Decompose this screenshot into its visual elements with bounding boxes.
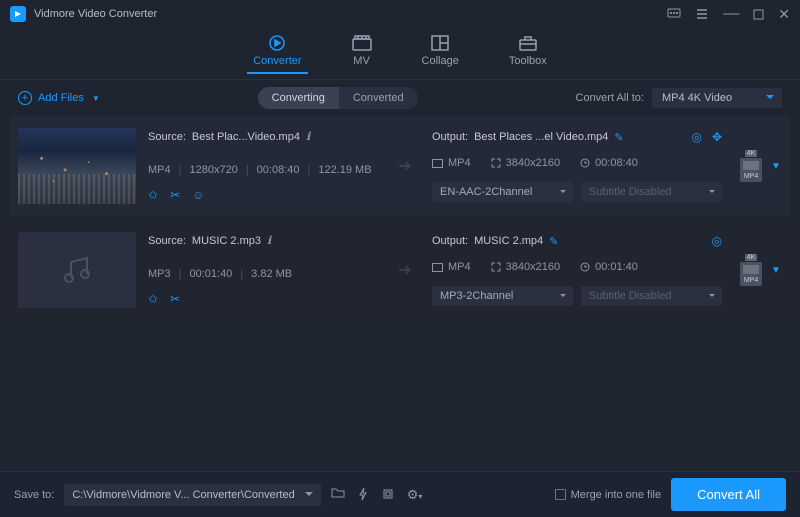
cut-icon[interactable]: ✂: [170, 188, 180, 202]
output-resolution: 3840x2160: [506, 261, 560, 273]
add-files-button[interactable]: + Add Files ▼: [18, 91, 100, 105]
format-badge[interactable]: 4K MP4: [735, 254, 767, 286]
arrow-icon: ➔: [390, 128, 420, 204]
edit-name-icon[interactable]: ✎: [549, 235, 558, 248]
output-label: Output:: [432, 235, 468, 247]
edit-name-icon[interactable]: ✎: [614, 131, 623, 144]
compress-icon[interactable]: ✥: [712, 130, 722, 144]
file-list: Source: Best Plac...Video.mp4 ℹ MP4| 128…: [0, 116, 800, 471]
tab-toolbox[interactable]: Toolbox: [509, 35, 547, 73]
target-icon[interactable]: ◎: [712, 234, 722, 248]
source-resolution: 1280x720: [189, 164, 237, 176]
output-duration: 00:01:40: [595, 261, 638, 273]
save-path-dropdown[interactable]: C:\Vidmore\Vidmore V... Converter\Conver…: [64, 484, 320, 506]
source-size: 122.19 MB: [318, 164, 371, 176]
effect-icon[interactable]: ✩: [148, 188, 158, 202]
convert-all-button[interactable]: Convert All: [671, 478, 786, 511]
toggle-converted[interactable]: Converted: [339, 87, 418, 109]
feedback-icon[interactable]: [667, 8, 681, 20]
output-format: MP4: [448, 261, 471, 273]
cut-icon[interactable]: ✂: [170, 292, 180, 306]
convert-all-label: Convert All to:: [576, 92, 644, 104]
audio-dropdown[interactable]: EN-AAC-2Channel: [432, 182, 573, 202]
subtitle-dropdown[interactable]: Subtitle Disabled: [581, 286, 722, 306]
target-icon[interactable]: ◎: [691, 130, 701, 144]
main-tabs: Converter MV Collage Toolbox: [0, 28, 800, 80]
arrow-icon: ➔: [390, 232, 420, 308]
file-row[interactable]: Source: Best Plac...Video.mp4 ℹ MP4| 128…: [10, 116, 790, 216]
save-to-label: Save to:: [14, 489, 54, 501]
tab-label: Converter: [253, 55, 301, 67]
output-filename: Best Places ...el Video.mp4: [474, 131, 608, 143]
chevron-down-icon: ▼: [92, 94, 100, 103]
tab-converter[interactable]: Converter: [253, 35, 301, 73]
output-duration: 00:08:40: [595, 157, 638, 169]
effect-icon[interactable]: ✩: [148, 292, 158, 306]
mv-icon: [352, 35, 372, 51]
title-bar: Vidmore Video Converter — ✕: [0, 0, 800, 28]
convert-all-dropdown[interactable]: MP4 4K Video: [652, 88, 782, 108]
minimize-button[interactable]: —: [723, 10, 739, 18]
toggle-converting[interactable]: Converting: [258, 87, 339, 109]
source-duration: 00:08:40: [257, 164, 300, 176]
source-duration: 00:01:40: [189, 268, 232, 280]
close-button[interactable]: ✕: [778, 6, 790, 23]
info-icon[interactable]: ℹ: [267, 234, 271, 247]
tab-mv[interactable]: MV: [352, 35, 372, 73]
open-folder-icon[interactable]: [331, 487, 345, 503]
plus-icon: +: [18, 91, 32, 105]
merge-checkbox[interactable]: Merge into one file: [555, 489, 662, 501]
tab-label: Collage: [422, 55, 459, 67]
video-thumbnail[interactable]: [18, 128, 136, 204]
hw-accel-icon[interactable]: [357, 487, 369, 503]
output-label: Output:: [432, 131, 468, 143]
tab-label: MV: [353, 55, 370, 67]
source-size: 3.82 MB: [251, 268, 292, 280]
audio-dropdown[interactable]: MP3-2Channel: [432, 286, 573, 306]
subtitle-dropdown[interactable]: Subtitle Disabled: [581, 182, 722, 202]
file-row[interactable]: Source: MUSIC 2.mp3 ℹ MP3| 00:01:40| 3.8…: [10, 220, 790, 320]
chevron-down-icon[interactable]: ▼: [771, 265, 781, 276]
source-label: Source:: [148, 235, 186, 247]
collage-icon: [430, 35, 450, 51]
source-format: MP3: [148, 268, 171, 280]
source-format: MP4: [148, 164, 171, 176]
audio-thumbnail[interactable]: [18, 232, 136, 308]
toolbox-icon: [518, 35, 538, 51]
toolbar: + Add Files ▼ Converting Converted Conve…: [0, 80, 800, 116]
converter-icon: [267, 35, 287, 51]
checkbox-icon: [555, 489, 566, 500]
format-badge[interactable]: 4K MP4: [735, 150, 767, 182]
menu-icon[interactable]: [695, 8, 709, 20]
source-label: Source:: [148, 131, 186, 143]
app-title: Vidmore Video Converter: [34, 8, 667, 20]
maximize-button[interactable]: [753, 9, 764, 20]
output-filename: MUSIC 2.mp4: [474, 235, 543, 247]
status-toggle: Converting Converted: [258, 87, 418, 109]
tab-collage[interactable]: Collage: [422, 35, 459, 73]
info-icon[interactable]: ℹ: [306, 130, 310, 143]
chevron-down-icon[interactable]: ▼: [771, 161, 781, 172]
source-filename: MUSIC 2.mp3: [192, 235, 261, 247]
source-filename: Best Plac...Video.mp4: [192, 131, 300, 143]
tab-label: Toolbox: [509, 55, 547, 67]
cpu-icon[interactable]: [381, 487, 395, 503]
settings-icon[interactable]: ⚙▾: [407, 487, 423, 503]
output-format: MP4: [448, 157, 471, 169]
app-logo: [10, 6, 26, 22]
enhance-icon[interactable]: ☺: [192, 188, 204, 202]
output-resolution: 3840x2160: [506, 157, 560, 169]
footer: Save to: C:\Vidmore\Vidmore V... Convert…: [0, 471, 800, 517]
